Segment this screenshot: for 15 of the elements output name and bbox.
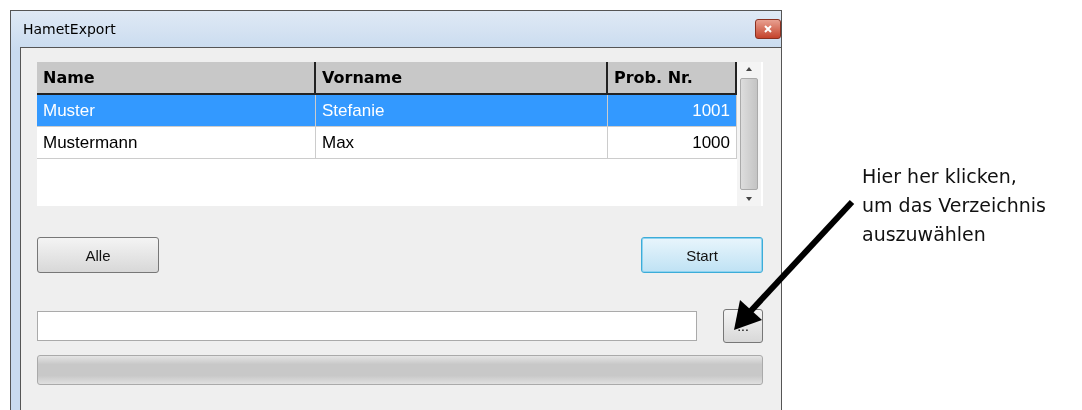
path-field[interactable] xyxy=(37,311,697,341)
table-cell: Mustermann xyxy=(37,127,316,158)
close-icon xyxy=(763,24,773,34)
window-title: HametExport xyxy=(23,21,116,37)
table-cell: Stefanie xyxy=(316,95,608,126)
column-header[interactable]: Name xyxy=(37,62,316,93)
table-cell: Muster xyxy=(37,95,316,126)
close-button[interactable] xyxy=(755,19,781,39)
column-header[interactable]: Vorname xyxy=(316,62,608,93)
scrollbar[interactable] xyxy=(737,62,761,206)
annotation-text: Hier her klicken, um das Verzeichnis auszuwählen xyxy=(862,164,1046,247)
table-cell: Max xyxy=(316,127,608,158)
push-button[interactable]: Start xyxy=(641,237,763,273)
table-row[interactable]: Mustermann Max 1000 xyxy=(37,127,737,159)
push-button[interactable]: Alle xyxy=(37,237,159,273)
